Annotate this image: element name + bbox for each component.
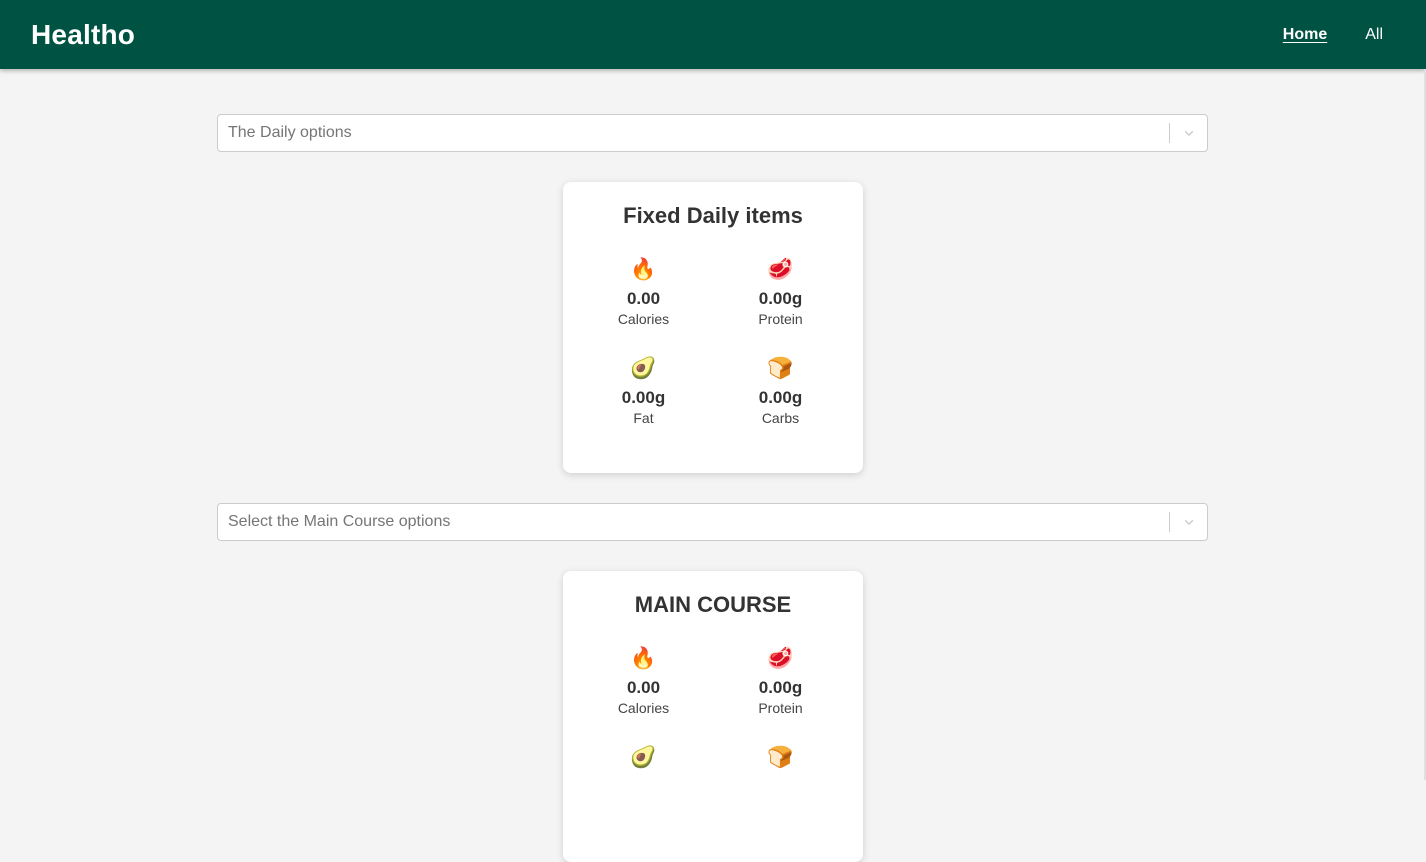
- nav-link-home[interactable]: Home: [1283, 26, 1327, 44]
- fat-stat: 🥑 0.00g Fat: [575, 356, 712, 427]
- protein-value: 0.00g: [758, 289, 803, 308]
- chevron-down-icon[interactable]: [1170, 504, 1207, 540]
- daily-options-placeholder: The Daily options: [228, 124, 352, 141]
- top-navbar: Healtho Home All: [0, 0, 1426, 69]
- chevron-down-icon[interactable]: [1170, 115, 1207, 151]
- meat-icon: 🥩: [767, 258, 794, 281]
- carbs-value: 0.00g: [758, 388, 803, 407]
- fire-icon: 🔥: [630, 647, 657, 670]
- bread-icon: 🍞: [767, 746, 794, 769]
- main-course-select[interactable]: Select the Main Course options: [217, 503, 1208, 541]
- daily-card-title: Fixed Daily items: [623, 203, 803, 228]
- protein-stat: 🥩 0.00g Protein: [712, 257, 849, 328]
- fire-icon: 🔥: [630, 258, 657, 281]
- calories-stat: 🔥 0.00 Calories: [575, 257, 712, 328]
- fat-value: 0.00g: [621, 388, 666, 407]
- calories-value: 0.00: [626, 678, 661, 697]
- main-course-stats-grid: 🔥 0.00 Calories 🥩 0.00g Protein 🥑 🍞: [575, 646, 863, 778]
- daily-options-select[interactable]: The Daily options: [217, 114, 1208, 152]
- main-course-card-title: MAIN COURSE: [634, 592, 792, 617]
- main-course-placeholder: Select the Main Course options: [228, 513, 451, 530]
- calories-label: Calories: [617, 700, 670, 716]
- carbs-label: Carbs: [761, 410, 800, 426]
- calories-value: 0.00: [626, 289, 661, 308]
- protein-value: 0.00g: [758, 678, 803, 697]
- protein-label: Protein: [758, 700, 803, 716]
- meat-icon: 🥩: [767, 647, 794, 670]
- protein-label: Protein: [758, 311, 803, 327]
- carbs-stat: 🍞 0.00g Carbs: [712, 356, 849, 427]
- daily-items-card: Fixed Daily items 🔥 0.00 Calories 🥩 0.00…: [563, 182, 863, 473]
- avocado-icon: 🥑: [630, 746, 657, 769]
- nav-links: Home All: [1283, 26, 1383, 44]
- bread-icon: 🍞: [767, 357, 794, 380]
- main-course-card: MAIN COURSE 🔥 0.00 Calories 🥩 0.00g Prot…: [563, 571, 863, 862]
- calories-stat: 🔥 0.00 Calories: [575, 646, 712, 717]
- fat-stat: 🥑: [575, 745, 712, 778]
- fat-label: Fat: [633, 410, 654, 426]
- brand-logo[interactable]: Healtho: [31, 19, 135, 51]
- carbs-stat: 🍞: [712, 745, 849, 778]
- daily-stats-grid: 🔥 0.00 Calories 🥩 0.00g Protein 🥑 0.00g …: [575, 257, 863, 427]
- protein-stat: 🥩 0.00g Protein: [712, 646, 849, 717]
- avocado-icon: 🥑: [630, 357, 657, 380]
- calories-label: Calories: [617, 311, 670, 327]
- nav-link-all[interactable]: All: [1365, 26, 1383, 44]
